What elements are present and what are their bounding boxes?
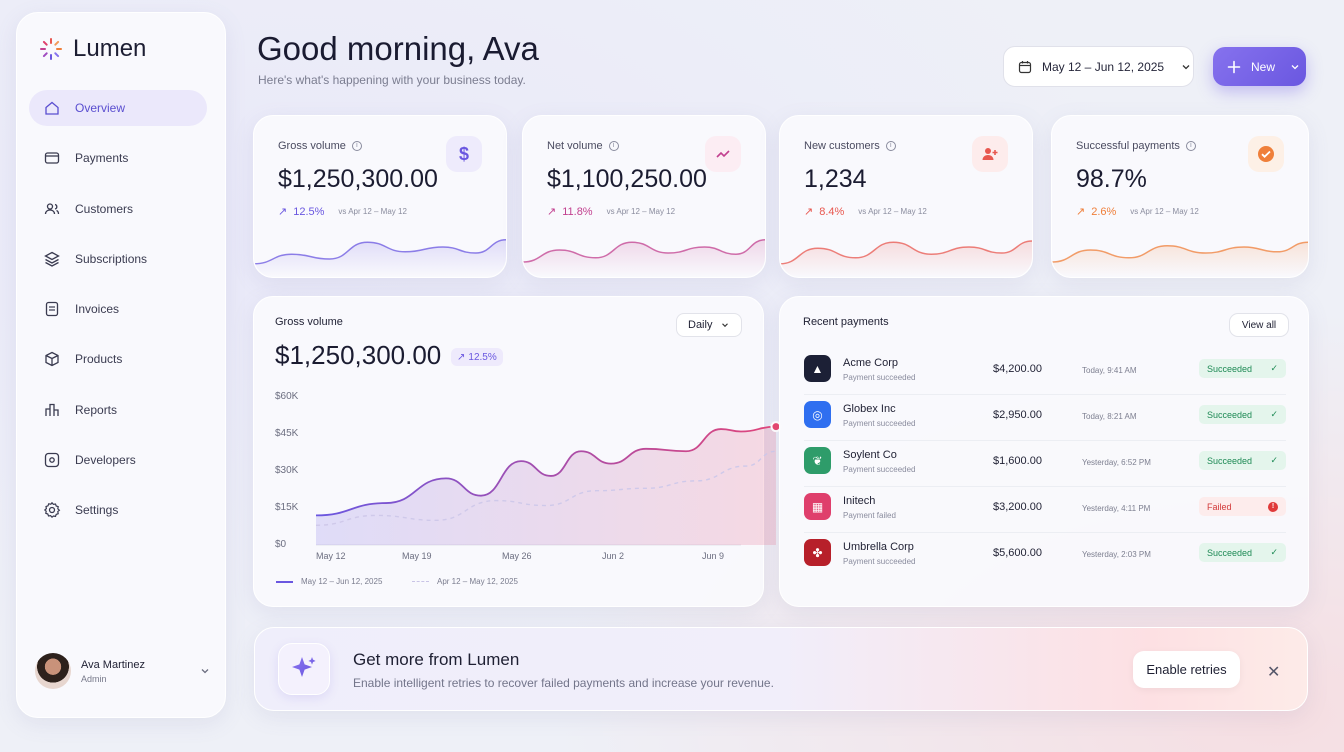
legend-current: May 12 – Jun 12, 2025 (276, 577, 382, 586)
recent-payments-title: Recent payments (803, 316, 889, 328)
legend-current-swatch (276, 580, 293, 583)
legend-current-label: May 12 – Jun 12, 2025 (301, 577, 383, 586)
status-label: Succeeded (1207, 455, 1253, 466)
legend-previous-swatch (412, 581, 429, 582)
close-icon[interactable]: ✕ (1267, 662, 1280, 682)
view-all-button[interactable]: View all (1229, 313, 1289, 337)
status-badge: Succeeded ✓ (1199, 451, 1286, 470)
acme-logo-icon: ▲ (804, 355, 831, 382)
status-label: Succeeded (1207, 409, 1253, 420)
payment-row[interactable]: ▦ Initech Payment failed $3,200.00 Yesterday… (804, 487, 1286, 533)
payment-amount: $2,950.00 (993, 409, 1042, 421)
payment-customer: Soylent Co (843, 449, 897, 461)
status-badge: Succeeded ✓ (1199, 359, 1286, 378)
payment-amount: $5,600.00 (993, 547, 1042, 559)
initech-logo-icon: ▦ (804, 493, 831, 520)
payment-row[interactable]: ◎ Globex Inc Payment succeeded $2,950.00 Tod… (804, 395, 1286, 441)
payment-amount: $1,600.00 (993, 455, 1042, 467)
payment-customer: Initech (843, 495, 876, 507)
payment-time: Today, 9:41 AM (1082, 366, 1137, 375)
payment-customer: Acme Corp (843, 357, 899, 369)
status-badge: Failed! (1199, 497, 1286, 516)
check-icon: ✓ (1270, 409, 1278, 419)
payment-description: Payment succeeded (843, 465, 916, 474)
umbrella-logo-icon: ✤ (804, 539, 831, 566)
enable-retries-button[interactable]: Enable retries (1133, 651, 1240, 688)
payment-time: Yesterday, 6:52 PM (1082, 458, 1151, 467)
promo-subtitle: Enable intelligent retries to recover fa… (353, 676, 774, 690)
alert-icon: ! (1268, 501, 1278, 512)
status-label: Failed (1207, 501, 1232, 512)
payment-amount: $4,200.00 (993, 363, 1042, 375)
legend-previous: Apr 12 – May 12, 2025 (412, 577, 518, 586)
status-badge: Succeeded ✓ (1199, 405, 1286, 424)
soylent-logo-icon: ❦ (804, 447, 831, 474)
payment-description: Payment succeeded (843, 419, 916, 428)
payment-description: Payment succeeded (843, 557, 916, 566)
promo-title: Get more from Lumen (353, 650, 520, 669)
check-icon: ✓ (1270, 547, 1278, 557)
payment-time: Today, 8:21 AM (1082, 412, 1137, 421)
sparkle-icon (278, 643, 330, 695)
status-badge: Succeeded ✓ (1199, 543, 1286, 562)
globex-logo-icon: ◎ (804, 401, 831, 428)
payment-time: Yesterday, 2:03 PM (1082, 550, 1151, 559)
check-icon: ✓ (1270, 363, 1278, 373)
payment-customer: Globex Inc (843, 403, 896, 415)
payment-description: Payment succeeded (843, 373, 916, 382)
status-label: Succeeded (1207, 363, 1253, 374)
status-label: Succeeded (1207, 547, 1253, 558)
series-area-current (316, 426, 776, 545)
check-icon: ✓ (1270, 455, 1278, 465)
payment-amount: $3,200.00 (993, 501, 1042, 513)
promo-banner: Get more from Lumen Enable intelligent r… (254, 627, 1308, 711)
legend-previous-label: Apr 12 – May 12, 2025 (437, 577, 518, 586)
payment-row[interactable]: ▲ Acme Corp Payment succeeded $4,200.00 Toda… (804, 349, 1286, 395)
payment-description: Payment failed (843, 511, 896, 520)
payment-row[interactable]: ❦ Soylent Co Payment succeeded $1,600.00 Yes… (804, 441, 1286, 487)
payment-customer: Umbrella Corp (843, 541, 914, 553)
payment-row[interactable]: ✤ Umbrella Corp Payment succeeded $5,600.00… (804, 533, 1286, 579)
payment-time: Yesterday, 4:11 PM (1082, 504, 1151, 513)
